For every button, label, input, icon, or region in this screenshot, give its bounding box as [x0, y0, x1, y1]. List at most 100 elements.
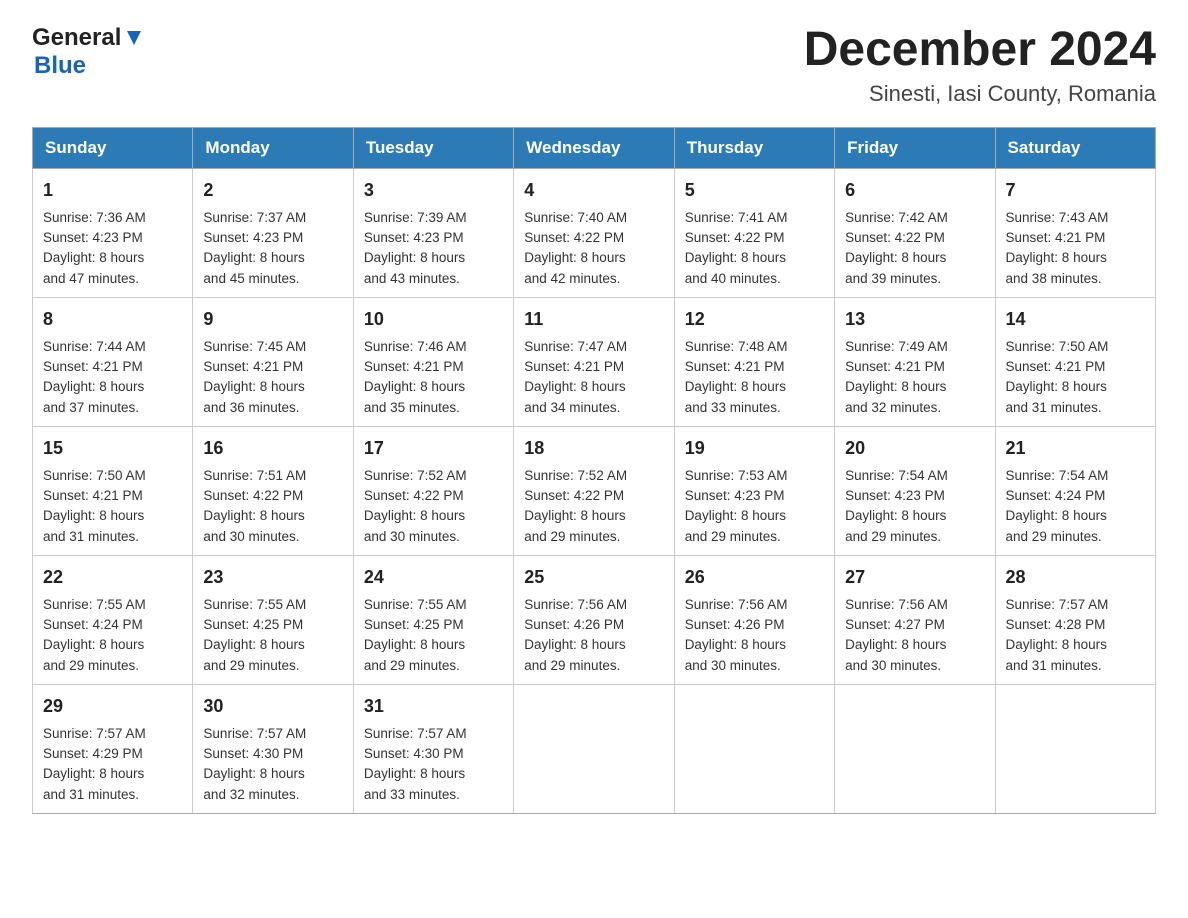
- logo-blue-text: Blue: [34, 52, 86, 80]
- day-info: Sunrise: 7:55 AM Sunset: 4:25 PM Dayligh…: [364, 595, 503, 676]
- calendar-cell: [514, 684, 674, 813]
- calendar-cell: 20 Sunrise: 7:54 AM Sunset: 4:23 PM Dayl…: [835, 426, 995, 555]
- day-number: 21: [1006, 435, 1145, 462]
- day-info: Sunrise: 7:41 AM Sunset: 4:22 PM Dayligh…: [685, 208, 824, 289]
- day-info: Sunrise: 7:57 AM Sunset: 4:30 PM Dayligh…: [203, 724, 342, 805]
- location-subtitle: Sinesti, Iasi County, Romania: [804, 81, 1156, 107]
- title-area: December 2024 Sinesti, Iasi County, Roma…: [804, 24, 1156, 107]
- calendar-cell: 21 Sunrise: 7:54 AM Sunset: 4:24 PM Dayl…: [995, 426, 1155, 555]
- day-number: 25: [524, 564, 663, 591]
- day-number: 8: [43, 306, 182, 333]
- day-info: Sunrise: 7:56 AM Sunset: 4:26 PM Dayligh…: [685, 595, 824, 676]
- day-number: 3: [364, 177, 503, 204]
- day-info: Sunrise: 7:47 AM Sunset: 4:21 PM Dayligh…: [524, 337, 663, 418]
- calendar-cell: 11 Sunrise: 7:47 AM Sunset: 4:21 PM Dayl…: [514, 297, 674, 426]
- calendar-cell: 8 Sunrise: 7:44 AM Sunset: 4:21 PM Dayli…: [33, 297, 193, 426]
- day-info: Sunrise: 7:50 AM Sunset: 4:21 PM Dayligh…: [1006, 337, 1145, 418]
- day-info: Sunrise: 7:56 AM Sunset: 4:26 PM Dayligh…: [524, 595, 663, 676]
- day-number: 11: [524, 306, 663, 333]
- calendar-cell: 3 Sunrise: 7:39 AM Sunset: 4:23 PM Dayli…: [353, 168, 513, 297]
- day-number: 30: [203, 693, 342, 720]
- day-info: Sunrise: 7:46 AM Sunset: 4:21 PM Dayligh…: [364, 337, 503, 418]
- day-info: Sunrise: 7:52 AM Sunset: 4:22 PM Dayligh…: [524, 466, 663, 547]
- day-number: 17: [364, 435, 503, 462]
- day-number: 29: [43, 693, 182, 720]
- calendar-cell: 9 Sunrise: 7:45 AM Sunset: 4:21 PM Dayli…: [193, 297, 353, 426]
- logo: General Blue: [32, 24, 145, 80]
- calendar-cell: 31 Sunrise: 7:57 AM Sunset: 4:30 PM Dayl…: [353, 684, 513, 813]
- day-info: Sunrise: 7:53 AM Sunset: 4:23 PM Dayligh…: [685, 466, 824, 547]
- calendar-cell: 7 Sunrise: 7:43 AM Sunset: 4:21 PM Dayli…: [995, 168, 1155, 297]
- day-info: Sunrise: 7:44 AM Sunset: 4:21 PM Dayligh…: [43, 337, 182, 418]
- day-number: 13: [845, 306, 984, 333]
- week-row-4: 22 Sunrise: 7:55 AM Sunset: 4:24 PM Dayl…: [33, 555, 1156, 684]
- calendar-cell: 2 Sunrise: 7:37 AM Sunset: 4:23 PM Dayli…: [193, 168, 353, 297]
- day-number: 2: [203, 177, 342, 204]
- day-info: Sunrise: 7:45 AM Sunset: 4:21 PM Dayligh…: [203, 337, 342, 418]
- day-number: 4: [524, 177, 663, 204]
- week-row-3: 15 Sunrise: 7:50 AM Sunset: 4:21 PM Dayl…: [33, 426, 1156, 555]
- calendar-cell: 29 Sunrise: 7:57 AM Sunset: 4:29 PM Dayl…: [33, 684, 193, 813]
- calendar-cell: 18 Sunrise: 7:52 AM Sunset: 4:22 PM Dayl…: [514, 426, 674, 555]
- day-info: Sunrise: 7:56 AM Sunset: 4:27 PM Dayligh…: [845, 595, 984, 676]
- calendar-cell: 22 Sunrise: 7:55 AM Sunset: 4:24 PM Dayl…: [33, 555, 193, 684]
- week-row-1: 1 Sunrise: 7:36 AM Sunset: 4:23 PM Dayli…: [33, 168, 1156, 297]
- day-info: Sunrise: 7:52 AM Sunset: 4:22 PM Dayligh…: [364, 466, 503, 547]
- weekday-header-tuesday: Tuesday: [353, 127, 513, 168]
- weekday-header-monday: Monday: [193, 127, 353, 168]
- weekday-header-friday: Friday: [835, 127, 995, 168]
- weekday-header-saturday: Saturday: [995, 127, 1155, 168]
- calendar-cell: 13 Sunrise: 7:49 AM Sunset: 4:21 PM Dayl…: [835, 297, 995, 426]
- calendar-cell: 10 Sunrise: 7:46 AM Sunset: 4:21 PM Dayl…: [353, 297, 513, 426]
- calendar-cell: 6 Sunrise: 7:42 AM Sunset: 4:22 PM Dayli…: [835, 168, 995, 297]
- calendar-cell: 28 Sunrise: 7:57 AM Sunset: 4:28 PM Dayl…: [995, 555, 1155, 684]
- day-info: Sunrise: 7:55 AM Sunset: 4:24 PM Dayligh…: [43, 595, 182, 676]
- calendar-cell: 15 Sunrise: 7:50 AM Sunset: 4:21 PM Dayl…: [33, 426, 193, 555]
- logo-general-text: General: [32, 24, 121, 52]
- day-info: Sunrise: 7:36 AM Sunset: 4:23 PM Dayligh…: [43, 208, 182, 289]
- day-number: 24: [364, 564, 503, 591]
- calendar-cell: 23 Sunrise: 7:55 AM Sunset: 4:25 PM Dayl…: [193, 555, 353, 684]
- day-number: 15: [43, 435, 182, 462]
- day-number: 16: [203, 435, 342, 462]
- day-number: 7: [1006, 177, 1145, 204]
- calendar-cell: 25 Sunrise: 7:56 AM Sunset: 4:26 PM Dayl…: [514, 555, 674, 684]
- day-number: 20: [845, 435, 984, 462]
- calendar-cell: 17 Sunrise: 7:52 AM Sunset: 4:22 PM Dayl…: [353, 426, 513, 555]
- day-number: 1: [43, 177, 182, 204]
- day-number: 27: [845, 564, 984, 591]
- month-title: December 2024: [804, 24, 1156, 77]
- day-number: 6: [845, 177, 984, 204]
- day-info: Sunrise: 7:57 AM Sunset: 4:30 PM Dayligh…: [364, 724, 503, 805]
- day-number: 18: [524, 435, 663, 462]
- day-number: 5: [685, 177, 824, 204]
- day-number: 12: [685, 306, 824, 333]
- calendar-cell: 1 Sunrise: 7:36 AM Sunset: 4:23 PM Dayli…: [33, 168, 193, 297]
- weekday-header-sunday: Sunday: [33, 127, 193, 168]
- calendar-cell: 16 Sunrise: 7:51 AM Sunset: 4:22 PM Dayl…: [193, 426, 353, 555]
- weekday-header-row: SundayMondayTuesdayWednesdayThursdayFrid…: [33, 127, 1156, 168]
- day-info: Sunrise: 7:50 AM Sunset: 4:21 PM Dayligh…: [43, 466, 182, 547]
- day-info: Sunrise: 7:57 AM Sunset: 4:29 PM Dayligh…: [43, 724, 182, 805]
- week-row-5: 29 Sunrise: 7:57 AM Sunset: 4:29 PM Dayl…: [33, 684, 1156, 813]
- weekday-header-wednesday: Wednesday: [514, 127, 674, 168]
- day-number: 26: [685, 564, 824, 591]
- logo-triangle-icon: [123, 27, 145, 49]
- day-info: Sunrise: 7:49 AM Sunset: 4:21 PM Dayligh…: [845, 337, 984, 418]
- weekday-header-thursday: Thursday: [674, 127, 834, 168]
- day-number: 10: [364, 306, 503, 333]
- day-info: Sunrise: 7:40 AM Sunset: 4:22 PM Dayligh…: [524, 208, 663, 289]
- page-header: General Blue December 2024 Sinesti, Iasi…: [32, 24, 1156, 107]
- week-row-2: 8 Sunrise: 7:44 AM Sunset: 4:21 PM Dayli…: [33, 297, 1156, 426]
- day-info: Sunrise: 7:42 AM Sunset: 4:22 PM Dayligh…: [845, 208, 984, 289]
- calendar-cell: 14 Sunrise: 7:50 AM Sunset: 4:21 PM Dayl…: [995, 297, 1155, 426]
- day-info: Sunrise: 7:54 AM Sunset: 4:24 PM Dayligh…: [1006, 466, 1145, 547]
- day-info: Sunrise: 7:48 AM Sunset: 4:21 PM Dayligh…: [685, 337, 824, 418]
- calendar-cell: [835, 684, 995, 813]
- day-number: 22: [43, 564, 182, 591]
- calendar-cell: [674, 684, 834, 813]
- day-number: 23: [203, 564, 342, 591]
- day-number: 19: [685, 435, 824, 462]
- calendar-cell: 26 Sunrise: 7:56 AM Sunset: 4:26 PM Dayl…: [674, 555, 834, 684]
- day-info: Sunrise: 7:43 AM Sunset: 4:21 PM Dayligh…: [1006, 208, 1145, 289]
